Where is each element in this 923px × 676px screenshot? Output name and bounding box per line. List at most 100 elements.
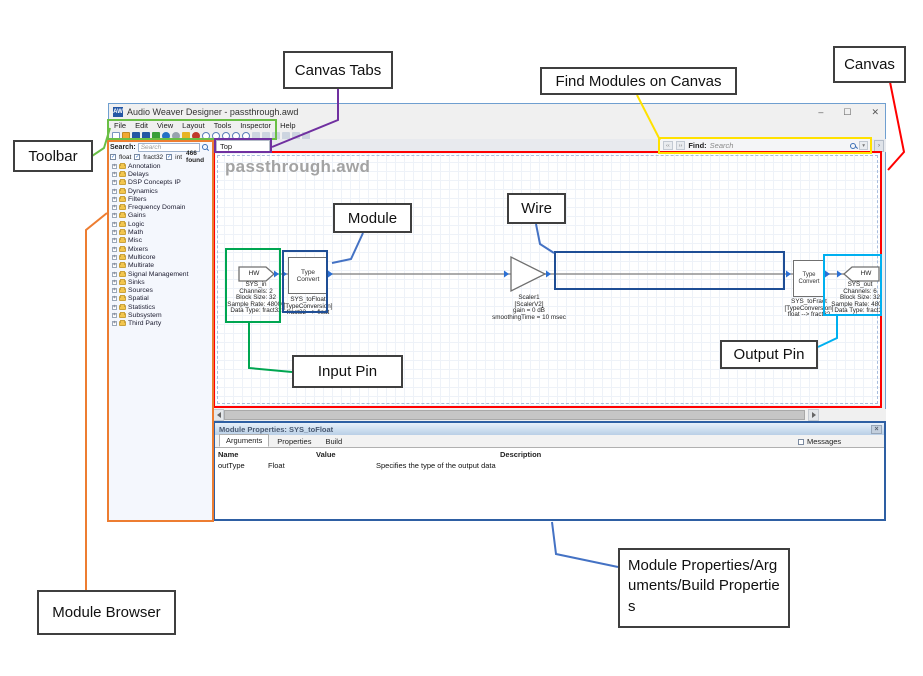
arg-name-cell[interactable]: outType — [218, 461, 245, 470]
expander-icon[interactable]: + — [112, 197, 117, 202]
tree-item-statistics[interactable]: +Statistics — [110, 303, 211, 311]
pin-icon[interactable] — [274, 271, 279, 278]
int-filter-label: int — [175, 154, 182, 161]
tree-item-frequency-domain[interactable]: +Frequency Domain — [110, 203, 211, 211]
tree-item-multirate[interactable]: +Multirate — [110, 262, 211, 270]
maximize-button[interactable]: ☐ — [843, 107, 851, 118]
tree-item-mixers[interactable]: +Mixers — [110, 245, 211, 253]
pin-icon[interactable] — [282, 271, 287, 278]
tree-item-logic[interactable]: +Logic — [110, 220, 211, 228]
expander-icon[interactable]: + — [112, 164, 117, 169]
zoom-in-icon[interactable] — [202, 132, 210, 140]
callout-module-browser: Module Browser — [37, 590, 176, 635]
tree-item-sources[interactable]: +Sources — [110, 286, 211, 294]
menu-bar: File Edit View Layout Tools Inspector He… — [109, 120, 885, 131]
properties-title: Module Properties: SYS_toFloat — [219, 425, 333, 434]
expander-icon[interactable]: + — [112, 189, 117, 194]
tree-item-signal-management[interactable]: +Signal Management — [110, 270, 211, 278]
app-icon: AW — [113, 107, 123, 117]
save-all-icon[interactable] — [142, 132, 150, 140]
expander-icon[interactable]: + — [112, 247, 117, 252]
menu-edit[interactable]: Edit — [135, 121, 148, 130]
menu-layout[interactable]: Layout — [182, 121, 205, 130]
arg-value-cell[interactable]: Float — [268, 461, 285, 470]
menu-tools[interactable]: Tools — [214, 121, 232, 130]
fract32-checkbox[interactable]: ✓ — [134, 154, 140, 160]
tab-properties[interactable]: Properties — [271, 436, 317, 447]
scroll-right-button[interactable] — [808, 409, 819, 421]
tree-item-spatial[interactable]: +Spatial — [110, 295, 211, 303]
tree-item-sinks[interactable]: +Sinks — [110, 278, 211, 286]
scroll-left-button[interactable] — [213, 409, 224, 421]
run-icon[interactable] — [162, 132, 170, 140]
tab-arguments[interactable]: Arguments — [219, 434, 269, 447]
record-icon[interactable] — [192, 132, 200, 140]
open-file-icon[interactable] — [122, 132, 130, 140]
tree-item-multicore[interactable]: +Multicore — [110, 253, 211, 261]
expander-icon[interactable]: + — [112, 321, 117, 326]
sys-out-caption: SYS_out Channels: 6 Block Size: 32 Sampl… — [829, 282, 882, 315]
properties-close-icon[interactable]: × — [871, 425, 882, 434]
save-icon[interactable] — [132, 132, 140, 140]
expander-icon[interactable]: + — [112, 288, 117, 293]
close-button[interactable]: ✕ — [871, 107, 879, 118]
pin-icon[interactable] — [786, 271, 791, 278]
expander-icon[interactable]: + — [112, 255, 117, 260]
menu-view[interactable]: View — [157, 121, 173, 130]
menu-help[interactable]: Help — [280, 121, 295, 130]
expander-icon[interactable]: + — [112, 230, 117, 235]
scrollbar-thumb[interactable] — [224, 410, 805, 420]
hardware-connect-icon[interactable] — [152, 132, 160, 140]
expander-icon[interactable]: + — [112, 222, 117, 227]
expander-icon[interactable]: + — [112, 238, 117, 243]
find-search-icon[interactable] — [850, 143, 856, 149]
int-checkbox[interactable]: ✓ — [166, 154, 172, 160]
menu-file[interactable]: File — [114, 121, 126, 130]
tree-item-math[interactable]: +Math — [110, 228, 211, 236]
tree-item-dynamics[interactable]: +Dynamics — [110, 187, 211, 195]
new-file-icon[interactable] — [112, 132, 120, 140]
expander-icon[interactable]: + — [112, 180, 117, 185]
tree-item-gains[interactable]: +Gains — [110, 212, 211, 220]
tree-item-subsystem[interactable]: +Subsystem — [110, 311, 211, 319]
float-checkbox[interactable]: ✓ — [110, 154, 116, 160]
pin-icon[interactable] — [546, 271, 551, 278]
tree-item-annotation[interactable]: +Annotation — [110, 162, 211, 170]
profile-icon[interactable] — [182, 132, 190, 140]
tree-item-filters[interactable]: +Filters — [110, 195, 211, 203]
arg-description-cell: Specifies the type of the output data — [376, 461, 496, 470]
find-input[interactable] — [710, 141, 848, 151]
messages-checkbox[interactable] — [798, 439, 804, 445]
type-convert-block-to-float[interactable]: Type Convert — [288, 257, 328, 294]
find-previous-button[interactable]: ‹‹ — [663, 141, 673, 150]
expander-icon[interactable]: + — [112, 305, 117, 310]
scaler-shape[interactable] — [511, 257, 545, 291]
pin-icon[interactable] — [504, 271, 509, 278]
find-next-button[interactable]: ›› — [676, 141, 686, 150]
fract32-filter-label: fract32 — [143, 154, 163, 161]
expander-icon[interactable]: + — [112, 172, 117, 177]
tree-item-dsp-concepts-ip[interactable]: +DSP Concepts IP — [110, 179, 211, 187]
pin-icon[interactable] — [837, 271, 842, 278]
expander-icon[interactable]: + — [112, 263, 117, 268]
expander-icon[interactable]: + — [112, 296, 117, 301]
canvas-horizontal-scrollbar[interactable] — [213, 409, 886, 421]
tree-item-third-party[interactable]: +Third Party — [110, 320, 211, 328]
menu-inspector[interactable]: Inspector — [240, 121, 271, 130]
expander-icon[interactable]: + — [112, 280, 117, 285]
tree-item-misc[interactable]: +Misc — [110, 237, 211, 245]
folder-icon — [119, 238, 126, 243]
stop-icon[interactable] — [172, 132, 180, 140]
expander-icon[interactable]: + — [112, 213, 117, 218]
find-options-button[interactable]: ▾ — [859, 141, 868, 150]
expander-icon[interactable]: + — [112, 313, 117, 318]
tab-build[interactable]: Build — [319, 436, 348, 447]
minimize-button[interactable]: – — [818, 107, 823, 117]
expander-icon[interactable]: + — [112, 205, 117, 210]
expander-icon[interactable]: + — [112, 272, 117, 277]
pin-icon[interactable] — [825, 271, 830, 278]
type-convert-block-to-fract[interactable]: Type Convert — [793, 260, 825, 297]
float-filter-label: float — [119, 154, 131, 161]
pin-icon[interactable] — [328, 271, 333, 278]
tree-item-delays[interactable]: +Delays — [110, 170, 211, 178]
